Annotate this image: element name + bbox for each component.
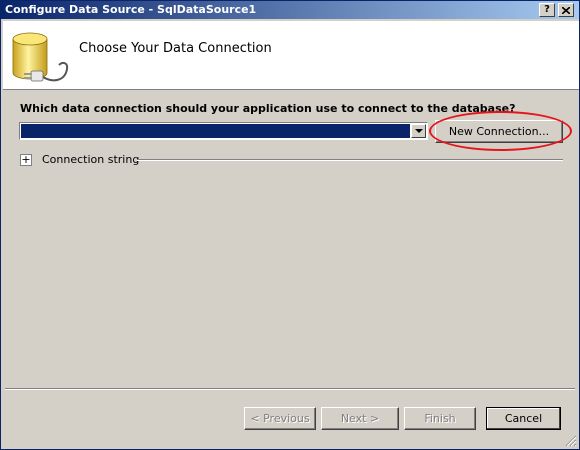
page-title: Choose Your Data Connection <box>79 41 272 56</box>
wizard-header: Choose Your Data Connection <box>3 21 579 90</box>
help-button[interactable]: ? <box>539 3 555 17</box>
chevron-down-icon[interactable] <box>411 124 426 138</box>
connection-prompt-label: Which data connection should your applic… <box>20 102 516 115</box>
finish-button[interactable]: Finish <box>404 407 476 430</box>
cancel-button[interactable]: Cancel <box>486 407 561 430</box>
expand-plus-icon[interactable]: + <box>20 154 32 166</box>
connection-string-label[interactable]: Connection string <box>42 153 139 166</box>
title-bar[interactable]: Configure Data Source - SqlDataSource1 ? <box>1 1 579 19</box>
window-title: Configure Data Source - SqlDataSource1 <box>5 3 257 16</box>
new-connection-button[interactable]: New Connection... <box>435 120 563 143</box>
close-button[interactable] <box>558 3 574 17</box>
next-button[interactable]: Next > <box>321 407 399 430</box>
database-connection-icon <box>12 32 69 82</box>
footer-separator <box>5 388 575 390</box>
dropdown-selected-value <box>21 124 410 138</box>
data-connection-dropdown[interactable] <box>19 122 428 140</box>
previous-button[interactable]: < Previous <box>244 407 316 430</box>
close-icon <box>561 6 571 15</box>
resize-grip-icon[interactable] <box>565 435 577 447</box>
dialog-window: Configure Data Source - SqlDataSource1 ? <box>0 0 580 450</box>
section-divider <box>137 159 563 161</box>
